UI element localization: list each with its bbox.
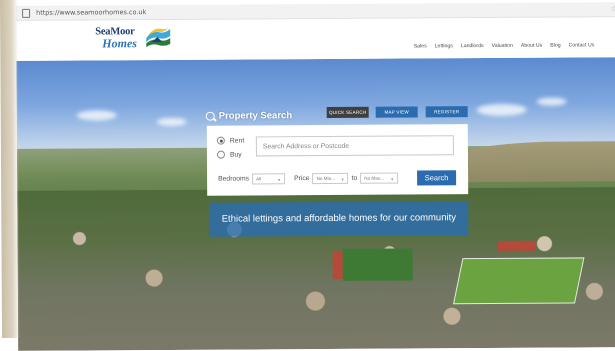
search-placeholder: Search Address or Postcode — [262, 142, 350, 150]
to-label: to — [351, 174, 358, 182]
page: https://www.seamoorhomes.co.uk ☆ SeaMoor… — [0, 0, 615, 351]
buy-label: Buy — [229, 151, 242, 159]
bedrooms-select[interactable]: All ▼ — [252, 173, 286, 185]
quick-search-button[interactable]: QUICK SEARCH — [326, 106, 369, 119]
price-max-select[interactable]: No Max... ▼ — [360, 172, 399, 184]
nav-valuation[interactable]: Valuation — [492, 43, 513, 49]
nav-contact-us[interactable]: Contact Us — [569, 42, 595, 48]
price-min-value: No Min... — [316, 175, 335, 182]
search-panel: Rent Buy Search Address or Postcode Bedr… — [206, 124, 469, 196]
price-label: Price — [294, 175, 310, 183]
buy-radio[interactable]: Buy — [216, 150, 242, 159]
price-max-value: No Max... — [364, 175, 384, 181]
football-field — [452, 257, 585, 305]
search-button[interactable]: Search — [417, 170, 457, 186]
logo-emblem-icon — [146, 26, 171, 48]
search-icon — [205, 111, 215, 121]
chevron-down-icon: ▼ — [390, 176, 395, 182]
nav-lettings[interactable]: Lettings — [435, 43, 453, 49]
filter-row: Bedrooms All ▼ Price No Min... ▼ to No Max… — [218, 172, 399, 185]
property-search-title: Property Search — [205, 110, 293, 122]
register-button[interactable]: REGISTER — [425, 106, 468, 118]
url-text[interactable]: https://www.seamoorhomes.co.uk — [36, 8, 146, 17]
main-nav: Sales Lettings Landlords Valuation About… — [414, 42, 595, 49]
nav-sales[interactable]: Sales — [414, 43, 427, 49]
bedrooms-label: Bedrooms — [218, 175, 250, 183]
running-track — [332, 250, 343, 279]
search-address-input[interactable]: Search Address or Postcode — [255, 135, 454, 157]
radio-unselected-icon — [216, 150, 225, 159]
map-view-button[interactable]: MAP VIEW — [375, 106, 418, 118]
photo-frame-edge — [0, 0, 21, 338]
radio-selected-icon — [216, 136, 225, 145]
nav-about-us[interactable]: About Us — [521, 43, 542, 49]
rent-label: Rent — [229, 137, 245, 145]
star-icon[interactable]: ☆ — [611, 4, 615, 13]
lock-icon — [22, 8, 31, 18]
site-header: SeaMoor Homes Sales Lettings Landlords V… — [16, 17, 615, 61]
sports-pitch — [342, 248, 413, 281]
nav-landlords[interactable]: Landlords — [461, 43, 484, 49]
tennis-court — [497, 240, 536, 251]
site-logo[interactable]: SeaMoor Homes — [94, 26, 184, 53]
chevron-down-icon: ▼ — [340, 176, 345, 182]
chevron-down-icon: ▼ — [277, 177, 282, 183]
logo-line2: Homes — [102, 36, 137, 51]
nav-blog[interactable]: Blog — [550, 43, 560, 49]
price-min-select[interactable]: No Min... ▼ — [312, 172, 349, 185]
rent-radio[interactable]: Rent — [216, 136, 245, 145]
property-search-label: Property Search — [218, 110, 293, 122]
hero-tagline: Ethical lettings and affordable homes fo… — [209, 201, 469, 237]
bedrooms-value: All — [256, 176, 262, 182]
